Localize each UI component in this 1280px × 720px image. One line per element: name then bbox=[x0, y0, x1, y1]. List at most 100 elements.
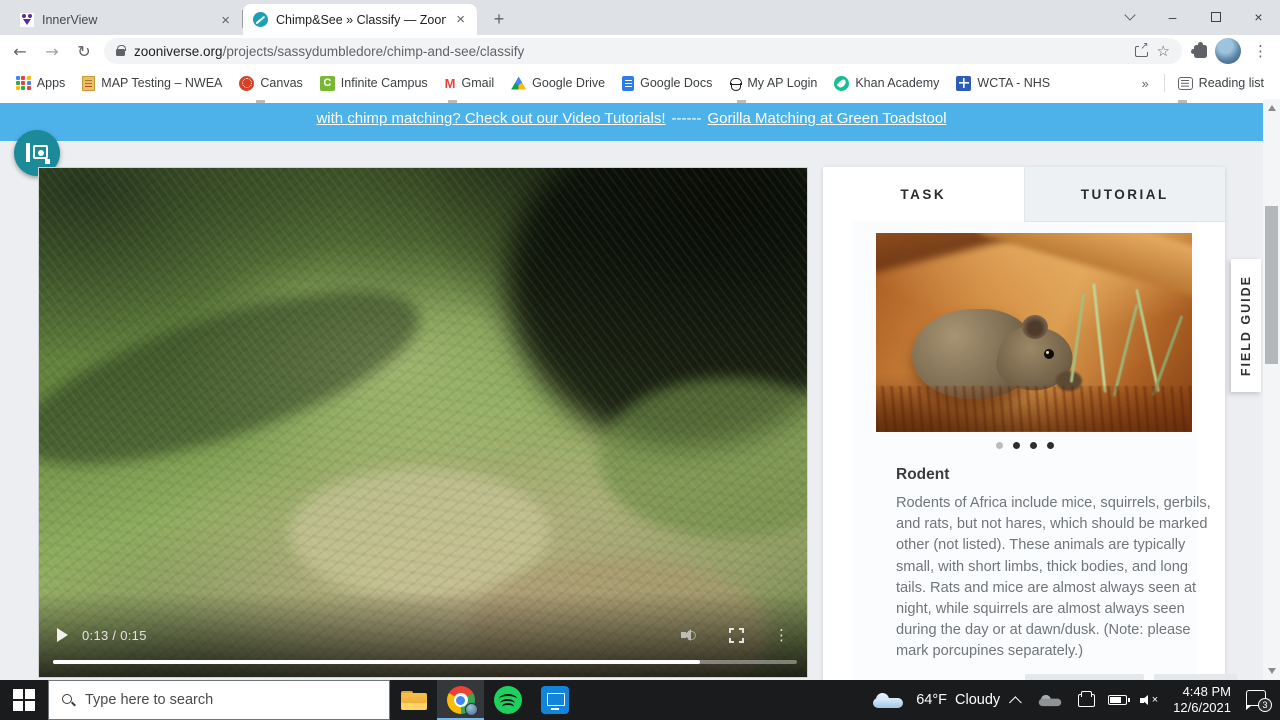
url-path: /projects/sassydumbledore/chimp-and-see/… bbox=[222, 43, 525, 59]
taskbar-chrome[interactable] bbox=[437, 680, 484, 720]
scroll-up-icon[interactable] bbox=[1267, 105, 1276, 111]
action-center-button[interactable]: 3 bbox=[1245, 690, 1272, 712]
reading-list-button[interactable]: Reading list bbox=[1174, 73, 1268, 93]
start-button[interactable] bbox=[0, 680, 48, 720]
species-description: Rodents of Africa include mice, squirrel… bbox=[896, 495, 1211, 660]
new-tab-button[interactable]: + bbox=[485, 5, 513, 33]
bookmark-my-ap-login[interactable]: My AP Login bbox=[725, 73, 821, 94]
tab-tutorial[interactable]: TUTORIAL bbox=[1023, 167, 1225, 222]
minimize-button[interactable]: – bbox=[1151, 0, 1194, 34]
address-bar[interactable]: zooniverse.org/projects/sassydumbledore/… bbox=[104, 38, 1182, 64]
forward-button[interactable]: → bbox=[40, 42, 64, 61]
carousel-dot[interactable] bbox=[1030, 442, 1037, 449]
bookmark-infinite-campus[interactable]: C Infinite Campus bbox=[316, 73, 432, 94]
restore-button[interactable] bbox=[1194, 0, 1237, 34]
rodent-eye bbox=[1044, 349, 1054, 359]
taskbar-blue-app[interactable] bbox=[531, 680, 578, 720]
spotify-icon bbox=[493, 686, 522, 714]
bookmark-label: Apps bbox=[36, 76, 66, 90]
field-guide-tab[interactable]: FIELD GUIDE bbox=[1231, 259, 1261, 392]
bookmark-wcta-nhs[interactable]: WCTA - NHS bbox=[952, 73, 1054, 94]
clock-time: 4:48 PM bbox=[1182, 684, 1231, 699]
rodent-photo[interactable] bbox=[876, 233, 1192, 432]
grass-blade bbox=[1092, 283, 1107, 393]
map-testing-icon bbox=[82, 75, 96, 91]
volume-muted-icon[interactable]: × bbox=[1140, 693, 1160, 707]
profile-avatar[interactable] bbox=[1215, 38, 1241, 64]
tab-close-icon[interactable]: × bbox=[454, 12, 467, 27]
video-timestamp: 0:13 / 0:15 bbox=[82, 627, 147, 643]
browser-menu-icon[interactable]: ⋮ bbox=[1249, 42, 1272, 60]
photo-ground bbox=[876, 386, 1192, 432]
bookmark-map-testing[interactable]: MAP Testing – NWEA bbox=[78, 73, 226, 94]
bookmarks-overflow-chevron[interactable]: » bbox=[1135, 76, 1154, 91]
bookmark-khan-academy[interactable]: Khan Academy bbox=[830, 73, 943, 94]
video-progress-bar[interactable] bbox=[53, 659, 797, 664]
bookmark-apps[interactable]: Apps bbox=[12, 73, 69, 94]
subject-video-player[interactable]: 0:13 / 0:15 ⋮ bbox=[38, 167, 808, 678]
bookmark-label: My AP Login bbox=[747, 76, 818, 90]
species-name: Rodent bbox=[896, 466, 950, 483]
camera-trap-icon bbox=[26, 143, 50, 164]
taskbar-spotify[interactable] bbox=[484, 680, 531, 720]
window-controls: – × bbox=[1108, 0, 1280, 34]
canvas-icon bbox=[239, 75, 255, 91]
google-docs-icon bbox=[622, 75, 635, 91]
display-tray-icon[interactable] bbox=[1078, 690, 1096, 707]
photo-branch bbox=[964, 233, 1192, 302]
search-input[interactable] bbox=[85, 692, 335, 708]
field-guide-entry: Rodent Rodents of Africa include mice, s… bbox=[853, 222, 1237, 680]
tray-overflow-icon[interactable] bbox=[1009, 695, 1022, 709]
khan-academy-icon bbox=[834, 75, 850, 91]
taskbar-file-explorer[interactable] bbox=[390, 680, 437, 720]
battery-icon[interactable] bbox=[1108, 695, 1131, 705]
video-controls: 0:13 / 0:15 ⋮ bbox=[39, 621, 807, 649]
windows-logo-icon bbox=[13, 689, 35, 711]
gorilla-matching-link[interactable]: Gorilla Matching at Green Toadstool bbox=[708, 110, 947, 127]
scrollbar-thumb[interactable] bbox=[1265, 206, 1278, 364]
bookmark-label: Google Docs bbox=[640, 76, 713, 90]
volume-icon[interactable] bbox=[681, 628, 699, 642]
bookmark-canvas[interactable]: Canvas bbox=[235, 73, 306, 94]
bookmark-star-icon[interactable]: ☆ bbox=[1157, 42, 1170, 60]
banner-separator: ------ bbox=[671, 110, 702, 127]
bookmark-google-docs[interactable]: Google Docs bbox=[618, 73, 716, 94]
page-url: zooniverse.org/projects/sassydumbledore/… bbox=[134, 44, 524, 59]
page-scrollbar[interactable] bbox=[1263, 99, 1280, 680]
weather-cloud-icon[interactable] bbox=[873, 692, 904, 708]
tab-search-button[interactable] bbox=[1108, 0, 1151, 34]
back-button[interactable]: ← bbox=[8, 42, 32, 61]
close-window-button[interactable]: × bbox=[1237, 0, 1280, 34]
weather-widget[interactable]: 64°F Cloudy bbox=[916, 692, 1000, 708]
carousel-dot[interactable] bbox=[996, 442, 1003, 449]
bookmark-google-drive[interactable]: Google Drive bbox=[507, 73, 609, 93]
share-icon[interactable] bbox=[1134, 41, 1149, 57]
lock-icon bbox=[116, 45, 126, 56]
play-button[interactable] bbox=[57, 628, 68, 642]
clock-date: 12/6/2021 bbox=[1173, 700, 1231, 715]
field-guide-label: FIELD GUIDE bbox=[1239, 274, 1253, 377]
tab-task[interactable]: TASK bbox=[823, 167, 1024, 222]
tab-chimpandsee[interactable]: Chimp&See » Classify — Zoonive × bbox=[243, 4, 477, 35]
bookmark-label: Infinite Campus bbox=[340, 76, 428, 90]
weather-temp: 64°F bbox=[916, 692, 948, 708]
browser-toolbar: ← → ↻ zooniverse.org/projects/sassydumbl… bbox=[0, 35, 1280, 67]
tab-close-icon[interactable]: × bbox=[219, 13, 232, 28]
carousel-dot[interactable] bbox=[1047, 442, 1054, 449]
scroll-down-icon[interactable] bbox=[1267, 668, 1276, 674]
taskbar-clock[interactable]: 4:48 PM 12/6/2021 bbox=[1173, 684, 1231, 716]
taskbar-search[interactable] bbox=[48, 680, 390, 720]
bookmark-label: Canvas bbox=[260, 76, 303, 90]
tab-innerview[interactable]: InnerView × bbox=[10, 5, 242, 35]
onedrive-icon[interactable] bbox=[1038, 694, 1062, 706]
extensions-icon[interactable] bbox=[1191, 41, 1207, 58]
fullscreen-icon[interactable] bbox=[729, 627, 744, 643]
bookmark-gmail[interactable]: M Gmail bbox=[441, 73, 499, 94]
video-menu-icon[interactable]: ⋮ bbox=[774, 626, 789, 644]
carousel-dot[interactable] bbox=[1013, 442, 1020, 449]
bookmarks-divider bbox=[1163, 74, 1165, 92]
search-icon bbox=[61, 693, 75, 707]
video-tutorials-link[interactable]: with chimp matching? Check out our Video… bbox=[316, 110, 665, 127]
reload-button[interactable]: ↻ bbox=[72, 42, 96, 61]
gmail-icon: M bbox=[444, 75, 456, 91]
